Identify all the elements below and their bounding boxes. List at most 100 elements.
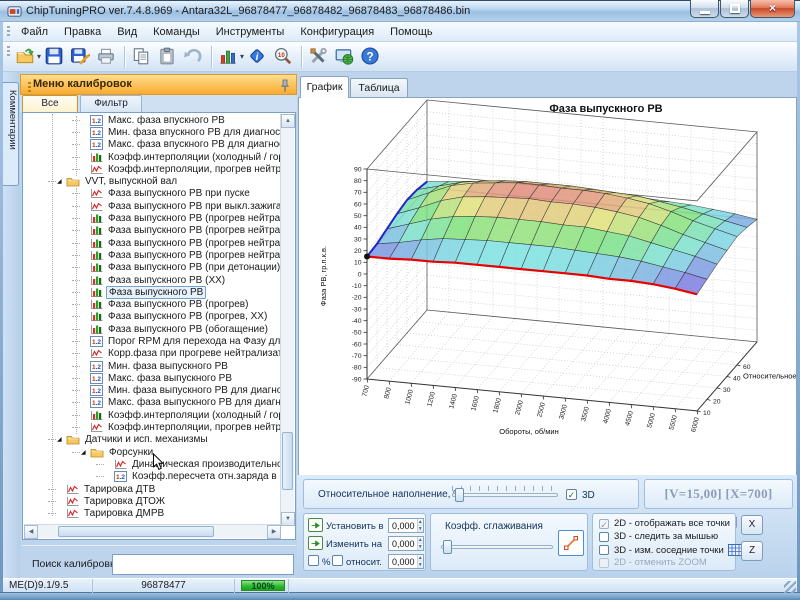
x-axis-button[interactable]: X	[741, 515, 763, 535]
fill-slider[interactable]	[452, 488, 558, 502]
menu-view[interactable]: Вид	[109, 23, 145, 43]
tree-item[interactable]: Фаза выпускного РВ (прогрев нейтрализато…	[24, 212, 281, 224]
3d-checkbox[interactable]	[566, 489, 577, 500]
tree-item[interactable]: 1.2Макс. фаза выпускного РВ	[24, 372, 281, 384]
maximize-button[interactable]	[720, 0, 749, 18]
properties-button[interactable]: i	[245, 44, 271, 70]
tree-item[interactable]: 1.2Макс. фаза впускного РВ	[24, 114, 281, 126]
tree-item[interactable]: Фаза выпускного РВ (прогрев)	[24, 298, 281, 310]
scroll-down-icon[interactable]: ▼	[281, 512, 295, 526]
tree-item[interactable]: 1.2Макс. фаза выпускного РВ для диагност…	[24, 397, 281, 409]
menu-file[interactable]: Файл	[13, 23, 56, 43]
tab-graph[interactable]: График	[300, 76, 349, 98]
tree-item[interactable]: Фаза выпускного РВ (прогрев нейтрал., ХХ…	[24, 249, 281, 261]
surface-plot[interactable]: 9080706050403020100-10-20-30-40-50-60-70…	[299, 98, 796, 474]
slider-thumb[interactable]	[443, 540, 452, 554]
apply-change-button[interactable]	[308, 536, 323, 550]
tree-vertical-scrollbar[interactable]: ▲ ▼	[280, 114, 294, 526]
tree-item[interactable]: Корр.фаза при прогреве нейтрализатора	[24, 348, 281, 360]
tree-item[interactable]: 1.2Макс. фаза впускного РВ для диагности…	[24, 139, 281, 151]
surface-chart[interactable]: 9080706050403020100-10-20-30-40-50-60-70…	[298, 97, 797, 475]
apply-set-button[interactable]	[308, 518, 323, 532]
close-button[interactable]: ×	[750, 0, 795, 18]
hscroll-thumb[interactable]	[58, 526, 214, 537]
scroll-up-icon[interactable]: ▲	[281, 114, 295, 128]
expand-icon[interactable]: ◢	[81, 449, 90, 456]
set-value-spinner[interactable]: 0,000▲▼	[388, 518, 424, 533]
apply-smoothing-button[interactable]	[558, 530, 584, 556]
tree-item[interactable]: Фаза выпускного РВ (прогрев, ХХ)	[24, 311, 281, 323]
scroll-right-icon[interactable]: ▶	[267, 525, 281, 539]
tree-item[interactable]: Фаза выпускного РВ (прогрев нейтрал., ХХ…	[24, 237, 281, 249]
menu-help[interactable]: Помощь	[382, 23, 441, 43]
tree-folder[interactable]: ◢Датчики и исп. механизмы	[24, 434, 281, 446]
resize-grip[interactable]	[784, 581, 796, 593]
tree-item[interactable]: Коэфф.интерполяции, прогрев нейтр. (холо…	[24, 163, 281, 175]
tree-item[interactable]: 1.2Порог RPM для перехода на Фазу для ре…	[24, 335, 281, 347]
print-button[interactable]	[94, 44, 120, 70]
save-as-button[interactable]	[68, 44, 94, 70]
tree-horizontal-scrollbar[interactable]: ◀ ▶	[24, 524, 281, 538]
help-button[interactable]: ?	[358, 44, 384, 70]
z-axis-button[interactable]: Z	[741, 541, 763, 561]
tree-item[interactable]: Фаза выпускного РВ (обогащение)	[24, 323, 281, 335]
checkbox-icon[interactable]	[599, 519, 609, 529]
title-bar[interactable]: ChipTuningPRO ver.7.4.8.969 - Antara32L_…	[0, 0, 800, 22]
spin-down-icon[interactable]: ▼	[418, 544, 423, 551]
checkbox-icon[interactable]	[599, 532, 609, 542]
open-dropdown-icon[interactable]: ▾	[37, 52, 41, 61]
tools-button[interactable]	[306, 44, 332, 70]
tree-item[interactable]: Тарировка ДТВ	[24, 483, 281, 495]
checkbox-icon[interactable]	[599, 545, 609, 555]
tab-table[interactable]: Таблица	[350, 78, 408, 97]
search-input[interactable]	[112, 554, 294, 575]
tree-item[interactable]: Фаза выпускного РВ (прогрев нейтрал., хо…	[24, 225, 281, 237]
percent-checkbox[interactable]	[308, 555, 319, 566]
vscroll-thumb[interactable]	[282, 432, 293, 490]
tree-item[interactable]: Фаза выпускного РВ (ХХ)	[24, 274, 281, 286]
tree-item[interactable]: Тарировка ДТОЖ	[24, 495, 281, 507]
graph-mode-dropdown-icon[interactable]: ▾	[240, 52, 244, 61]
save-button[interactable]	[42, 44, 68, 70]
menu-commands[interactable]: Команды	[145, 23, 208, 43]
open-file-button[interactable]	[13, 44, 39, 70]
tree-item[interactable]: 1.2Мин. фаза выпускного РВ для диагности…	[24, 385, 281, 397]
menu-edit[interactable]: Правка	[56, 23, 109, 43]
undo-button[interactable]	[181, 44, 207, 70]
zoom-10-button[interactable]: 10	[271, 44, 297, 70]
tree-item[interactable]: Коэфф.интерполяции (холодный / горячий )	[24, 409, 281, 421]
tab-all[interactable]: Все	[22, 95, 78, 112]
comments-vertical-tab[interactable]: Комментарии	[3, 82, 19, 186]
option-3d-follow-mouse[interactable]: 3D - следить за мышью	[599, 531, 718, 542]
option-2d-all-points[interactable]: 2D - отображать все точки	[599, 518, 730, 529]
online-button[interactable]	[332, 44, 358, 70]
tree-folder[interactable]: ◢VVT, выпускной вал	[24, 175, 281, 187]
tree-item[interactable]: Фаза выпускного РВ	[24, 286, 281, 298]
expand-icon[interactable]: ◢	[57, 178, 66, 185]
tree-item[interactable]: Коэфф.интерполяции (холодный / горячий )	[24, 151, 281, 163]
option-3d-adjacent-points[interactable]: 3D - изм. соседние точки	[599, 544, 742, 556]
tab-filter[interactable]: Фильтр	[80, 95, 142, 112]
minimize-button[interactable]	[690, 0, 719, 18]
tree-item[interactable]: Фаза выпускного РВ при пуске	[24, 188, 281, 200]
relative-value-spinner[interactable]: 0,000▲▼	[388, 554, 424, 569]
paste-button[interactable]	[155, 44, 181, 70]
tree-item[interactable]: 1.2Мин. фаза впускного РВ для диагностик…	[24, 126, 281, 138]
change-value-spinner[interactable]: 0,000▲▼	[388, 536, 424, 551]
slider-thumb[interactable]	[455, 488, 464, 502]
expand-icon[interactable]: ◢	[57, 436, 66, 443]
smoothing-slider[interactable]	[441, 540, 553, 554]
relative-checkbox[interactable]	[332, 555, 343, 566]
tree-item[interactable]: Фаза выпускного РВ (при детонации)	[24, 262, 281, 274]
spin-down-icon[interactable]: ▼	[418, 526, 423, 533]
tree-item[interactable]: Фаза выпускного РВ при выкл.зажигания	[24, 200, 281, 212]
tree-item[interactable]: Коэфф.интерполяции, прогрев нейтр. (холо…	[24, 421, 281, 433]
graph-mode-button[interactable]	[216, 44, 242, 70]
tree-item[interactable]: 1.2Мин. фаза выпускного РВ	[24, 360, 281, 372]
menu-instruments[interactable]: Инструменты	[208, 23, 293, 43]
scroll-left-icon[interactable]: ◀	[24, 525, 38, 539]
menu-configuration[interactable]: Конфигурация	[292, 23, 382, 43]
spin-down-icon[interactable]: ▼	[418, 562, 423, 569]
copy-button[interactable]	[129, 44, 155, 70]
tree-item[interactable]: Тарировка ДМРВ	[24, 508, 281, 520]
